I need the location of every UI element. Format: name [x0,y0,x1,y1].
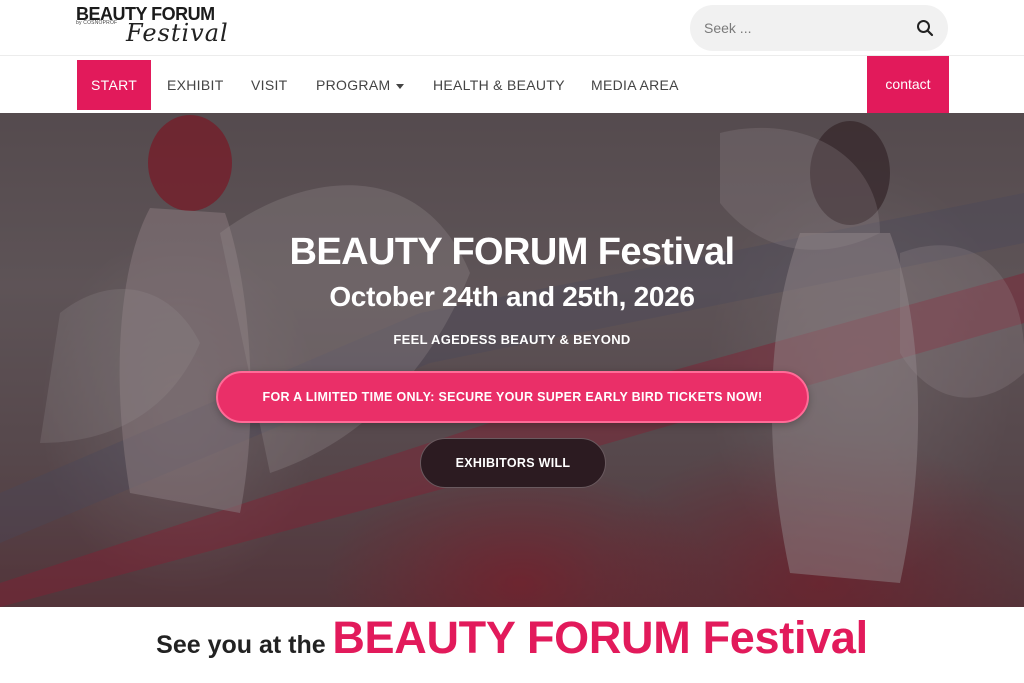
early-bird-tickets-button[interactable]: FOR A LIMITED TIME ONLY: SECURE YOUR SUP… [216,371,809,423]
nav-item-exhibit[interactable]: EXHIBIT [167,60,224,110]
section-heading-highlight: BEAUTY FORUM Festival [332,612,868,663]
nav-item-health-beauty[interactable]: HEALTH & BEAUTY [433,60,565,110]
site-header: BEAUTY FORUM by COSNOPROF Festival [0,0,1024,56]
search-icon [917,20,934,37]
nav-item-program[interactable]: PROGRAM [316,60,405,110]
chevron-down-icon [396,83,405,89]
logo-line-by: by COSNOPROF [76,20,118,26]
nav-item-program-label: PROGRAM [316,77,391,93]
search-input[interactable] [704,13,904,43]
main-navigation: START EXHIBIT VISIT PROGRAM HEALTH & BEA… [0,56,1024,113]
hero-tagline: FEEL AGEDESS BEAUTY & BEYOND [393,332,631,347]
section-heading-lead: See you at the [156,631,326,659]
hero-banner: BEAUTY FORUM Festival October 24th and 2… [0,113,1024,607]
hero-dark-overlay [0,113,1024,607]
contact-button[interactable]: contact [867,56,949,113]
beauty-forum-festival-logo[interactable]: BEAUTY FORUM by COSNOPROF Festival [76,4,229,52]
section-heading: See you at the BEAUTY FORUM Festival [0,612,1024,664]
nav-item-media-area[interactable]: MEDIA AREA [591,60,679,110]
logo-line-festival: Festival [126,19,229,47]
search-button[interactable] [914,17,936,39]
nav-item-start[interactable]: START [77,60,152,110]
nav-item-visit[interactable]: VISIT [251,60,288,110]
exhibitors-button[interactable]: EXHIBITORS WILL [420,438,606,488]
search-box [690,5,948,51]
hero-title: BEAUTY FORUM Festival [289,231,735,273]
hero-date: October 24th and 25th, 2026 [329,281,695,312]
